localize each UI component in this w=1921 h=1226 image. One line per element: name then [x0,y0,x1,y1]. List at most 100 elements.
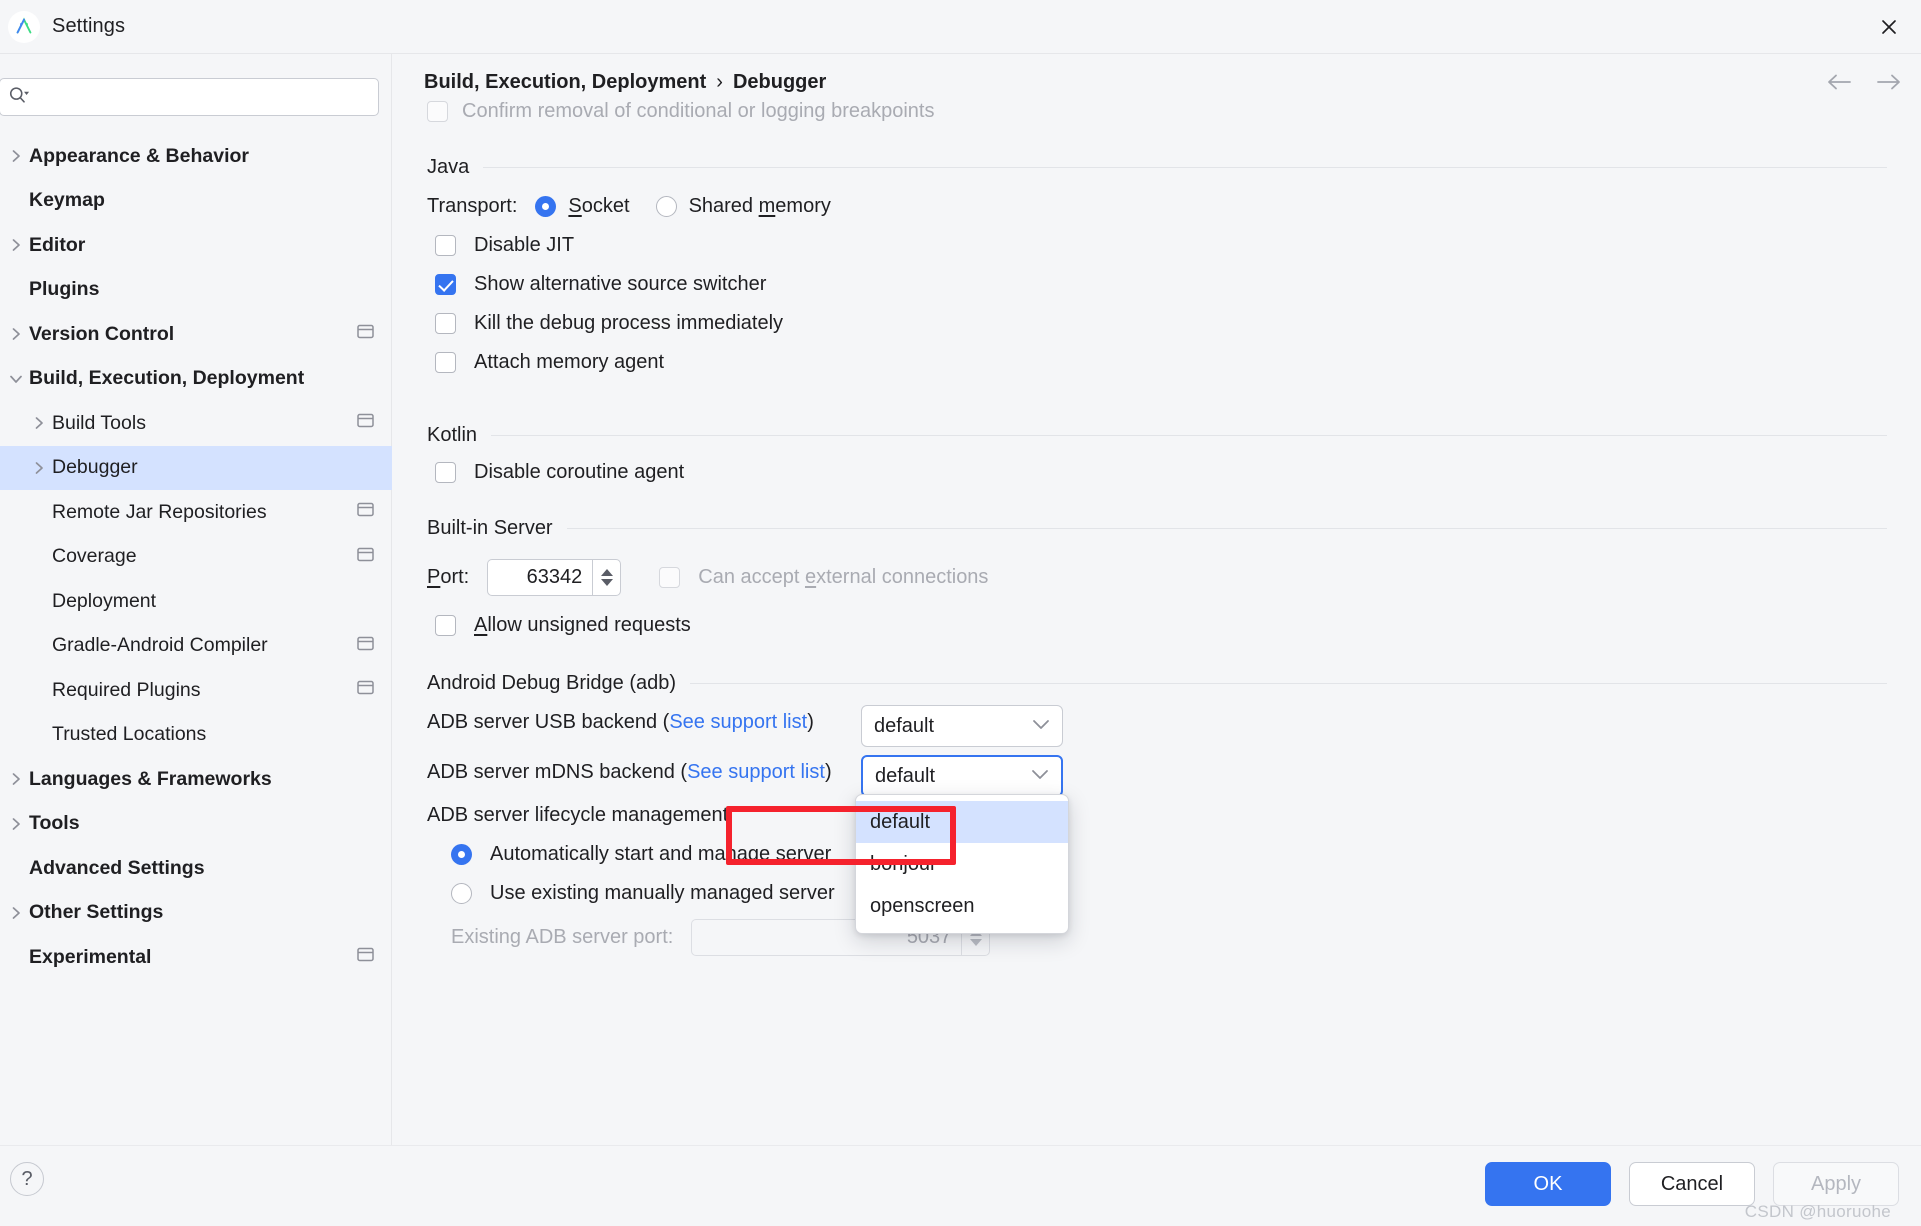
chevron-right-icon[interactable] [26,446,52,491]
chevron-right-icon[interactable] [3,134,29,179]
sidebar-item-tools[interactable]: Tools [0,802,392,847]
allow-unsigned-requests-row[interactable]: Allow unsigned requests [435,614,691,637]
arrow-right-icon[interactable] [1875,68,1903,96]
adb-lifecycle-manual-radio[interactable] [451,883,472,904]
port-value[interactable]: 63342 [487,559,593,596]
sidebar-item-gradle-android-compiler[interactable]: Gradle-Android Compiler [0,624,392,669]
chevron-right-icon[interactable] [3,223,29,268]
section-kotlin: Kotlin [427,424,1887,447]
port-spinner[interactable]: 63342 [487,559,622,596]
disable-jit-row[interactable]: Disable JIT [435,234,574,257]
sidebar-item-debugger[interactable]: Debugger [0,445,392,491]
ok-button[interactable]: OK [1485,1162,1611,1206]
kill-debug-process-row[interactable]: Kill the debug process immediately [435,312,783,335]
section-adb-title: Android Debug Bridge (adb) [427,672,677,694]
adb-lifecycle-auto-radio[interactable] [451,844,472,865]
chevron-right-icon[interactable] [3,802,29,847]
see-support-list-mdns-link[interactable]: See support list [687,761,825,783]
port-spinner-buttons[interactable] [592,559,622,596]
chevron-right-icon[interactable] [3,312,29,357]
adb-mdns-backend-combo[interactable]: default [861,755,1063,797]
main-panel: Build, Execution, Deployment › Debugger Co… [393,54,1921,1145]
can-accept-external-connections-checkbox[interactable] [659,567,681,588]
sidebar-item-label: Tools [29,812,80,835]
transport-row: Transport: Socket Shared memory [427,195,831,218]
sidebar-item-label: Version Control [29,322,175,345]
see-support-list-usb-link[interactable]: See support list [669,711,807,733]
adb-lifecycle-manual-label: Use existing manually managed server [490,882,835,904]
section-builtin-server: Built-in Server [427,517,1887,540]
sidebar-item-trusted-locations[interactable]: Trusted Locations [0,713,392,758]
help-button[interactable]: ? [10,1162,44,1196]
adb-mdns-backend-dropdown[interactable]: default bonjour openscreen [855,794,1069,934]
sidebar-item-other-settings[interactable]: Other Settings [0,891,392,936]
dialog-buttons: OK Cancel Apply [1485,1162,1899,1206]
sidebar-item-label: Appearance & Behavior [29,144,249,167]
divider [483,167,1887,168]
sidebar-item-languages-frameworks[interactable]: Languages & Frameworks [0,757,392,802]
close-icon[interactable] [1871,9,1907,45]
chevron-down-icon [1031,767,1049,785]
spinner-up-icon[interactable] [600,569,613,576]
sidebar-item-build-execution-deployment[interactable]: Build, Execution, Deployment [0,357,392,402]
navigation-buttons [1825,68,1903,96]
sidebar-item-plugins[interactable]: Plugins [0,268,392,313]
sidebar-item-coverage[interactable]: Coverage [0,535,392,580]
show-alternative-source-switcher-row[interactable]: Show alternative source switcher [435,273,766,296]
breadcrumb-parent[interactable]: Build, Execution, Deployment [424,71,706,93]
arrow-left-icon[interactable] [1825,68,1853,96]
search-field-wrapper [0,78,379,116]
sidebar-item-advanced-settings[interactable]: Advanced Settings [0,846,392,891]
sidebar-item-appearance-behavior[interactable]: Appearance & Behavior [0,134,392,179]
spinner-down-icon[interactable] [600,579,613,586]
dropdown-option-openscreen[interactable]: openscreen [856,885,1068,927]
adb-lifecycle-auto-row[interactable]: Automatically start and manage server [451,843,831,866]
sidebar-item-version-control[interactable]: Version Control [0,312,392,357]
search-input[interactable] [30,79,378,115]
search-box[interactable] [0,78,379,116]
chevron-right-icon[interactable] [3,757,29,802]
sidebar-item-label: Languages & Frameworks [29,767,272,790]
breadcrumb-current: Debugger [732,70,827,93]
chevron-right-icon[interactable] [26,401,52,446]
chevron-down-icon [1032,717,1050,735]
transport-shared-memory-radio[interactable] [655,196,677,217]
allow-unsigned-requests-checkbox[interactable] [435,615,456,636]
sidebar-item-required-plugins[interactable]: Required Plugins [0,668,392,713]
divider [690,683,1887,684]
sidebar-item-label: Other Settings [29,901,164,924]
sidebar-item-deployment[interactable]: Deployment [0,579,392,624]
project-scope-icon [357,413,374,434]
confirm-removal-breakpoints-checkbox[interactable] [427,101,448,122]
sidebar-item-keymap[interactable]: Keymap [0,179,392,224]
adb-lifecycle-manual-row[interactable]: Use existing manually managed server [451,882,835,905]
sidebar-item-build-tools[interactable]: Build Tools [0,401,392,446]
sidebar-item-remote-jar-repositories[interactable]: Remote Jar Repositories [0,490,392,535]
attach-memory-agent-row[interactable]: Attach memory agent [435,351,664,374]
attach-memory-agent-checkbox[interactable] [435,352,456,373]
sidebar-item-editor[interactable]: Editor [0,223,392,268]
settings-content: Confirm removal of conditional or loggin… [393,100,1921,1145]
project-scope-icon [357,635,374,656]
sidebar-item-label: Gradle-Android Compiler [52,634,268,657]
dropdown-option-default[interactable]: default [856,801,1068,843]
kill-debug-process-checkbox[interactable] [435,313,456,334]
cancel-button[interactable]: Cancel [1629,1162,1755,1206]
adb-mdns-backend-label: ADB server mDNS backend (See support lis… [427,761,832,783]
disable-coroutine-agent-checkbox[interactable] [435,462,456,483]
dropdown-option-bonjour[interactable]: bonjour [856,843,1068,885]
chevron-down-icon[interactable] [3,357,29,402]
spinner-down-icon[interactable] [969,939,982,946]
sidebar-item-label: Debugger [52,456,138,479]
chevron-right-icon[interactable] [3,891,29,936]
allow-unsigned-requests-label: Allow unsigned requests [474,614,691,636]
disable-coroutine-agent-row[interactable]: Disable coroutine agent [435,461,684,484]
adb-usb-backend-combo[interactable]: default [861,705,1063,747]
disable-jit-checkbox[interactable] [435,235,456,256]
sidebar-item-label: Advanced Settings [29,856,205,879]
sidebar-item-label: Build Tools [52,411,146,434]
port-row: Port: 63342 Can accept external connecti… [427,559,988,596]
show-alternative-source-switcher-checkbox[interactable] [435,274,456,295]
sidebar-item-experimental[interactable]: Experimental [0,935,392,980]
transport-socket-radio[interactable] [535,196,557,217]
